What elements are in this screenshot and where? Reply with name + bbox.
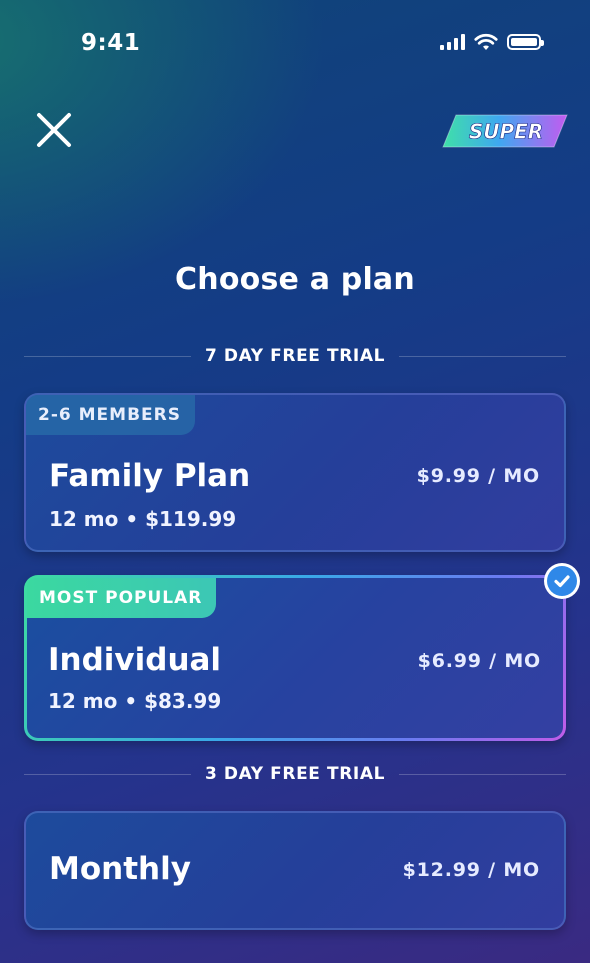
plan-price: $12.99 / MO [402,859,540,881]
plan-billing: 12 mo • $119.99 [49,507,237,531]
plan-price: $9.99 / MO [416,465,540,487]
cellular-signal-icon [440,34,465,50]
plan-card-individual[interactable]: MOST POPULAR Individual 12 mo • $83.99 $… [24,575,566,741]
plan-billing: 12 mo • $83.99 [48,689,222,713]
checkmark-icon [544,563,580,599]
status-time: 9:41 [81,30,141,56]
plan-card-monthly[interactable]: Monthly $12.99 / MO [24,811,566,930]
super-badge-text: SUPER [469,120,543,144]
close-icon[interactable] [33,109,75,151]
section-divider-3-day: 3 DAY FREE TRIAL [24,764,567,784]
plan-name: Monthly [49,851,191,887]
section-label: 7 DAY FREE TRIAL [204,346,386,366]
section-divider-7-day: 7 DAY FREE TRIAL [24,346,567,366]
page-title: Choose a plan [175,262,415,297]
wifi-icon [474,33,498,50]
battery-icon [507,34,544,50]
plan-card-family[interactable]: 2-6 MEMBERS Family Plan 12 mo • $119.99 … [24,393,566,552]
plan-price: $6.99 / MO [417,650,541,672]
status-icons [440,33,544,51]
plan-name: Family Plan [49,458,251,494]
super-badge: SUPER [442,114,568,148]
most-popular-tag: MOST POPULAR [27,578,217,618]
section-label: 3 DAY FREE TRIAL [204,764,386,784]
plan-name: Individual [48,642,222,678]
members-tag: 2-6 MEMBERS [26,395,195,435]
